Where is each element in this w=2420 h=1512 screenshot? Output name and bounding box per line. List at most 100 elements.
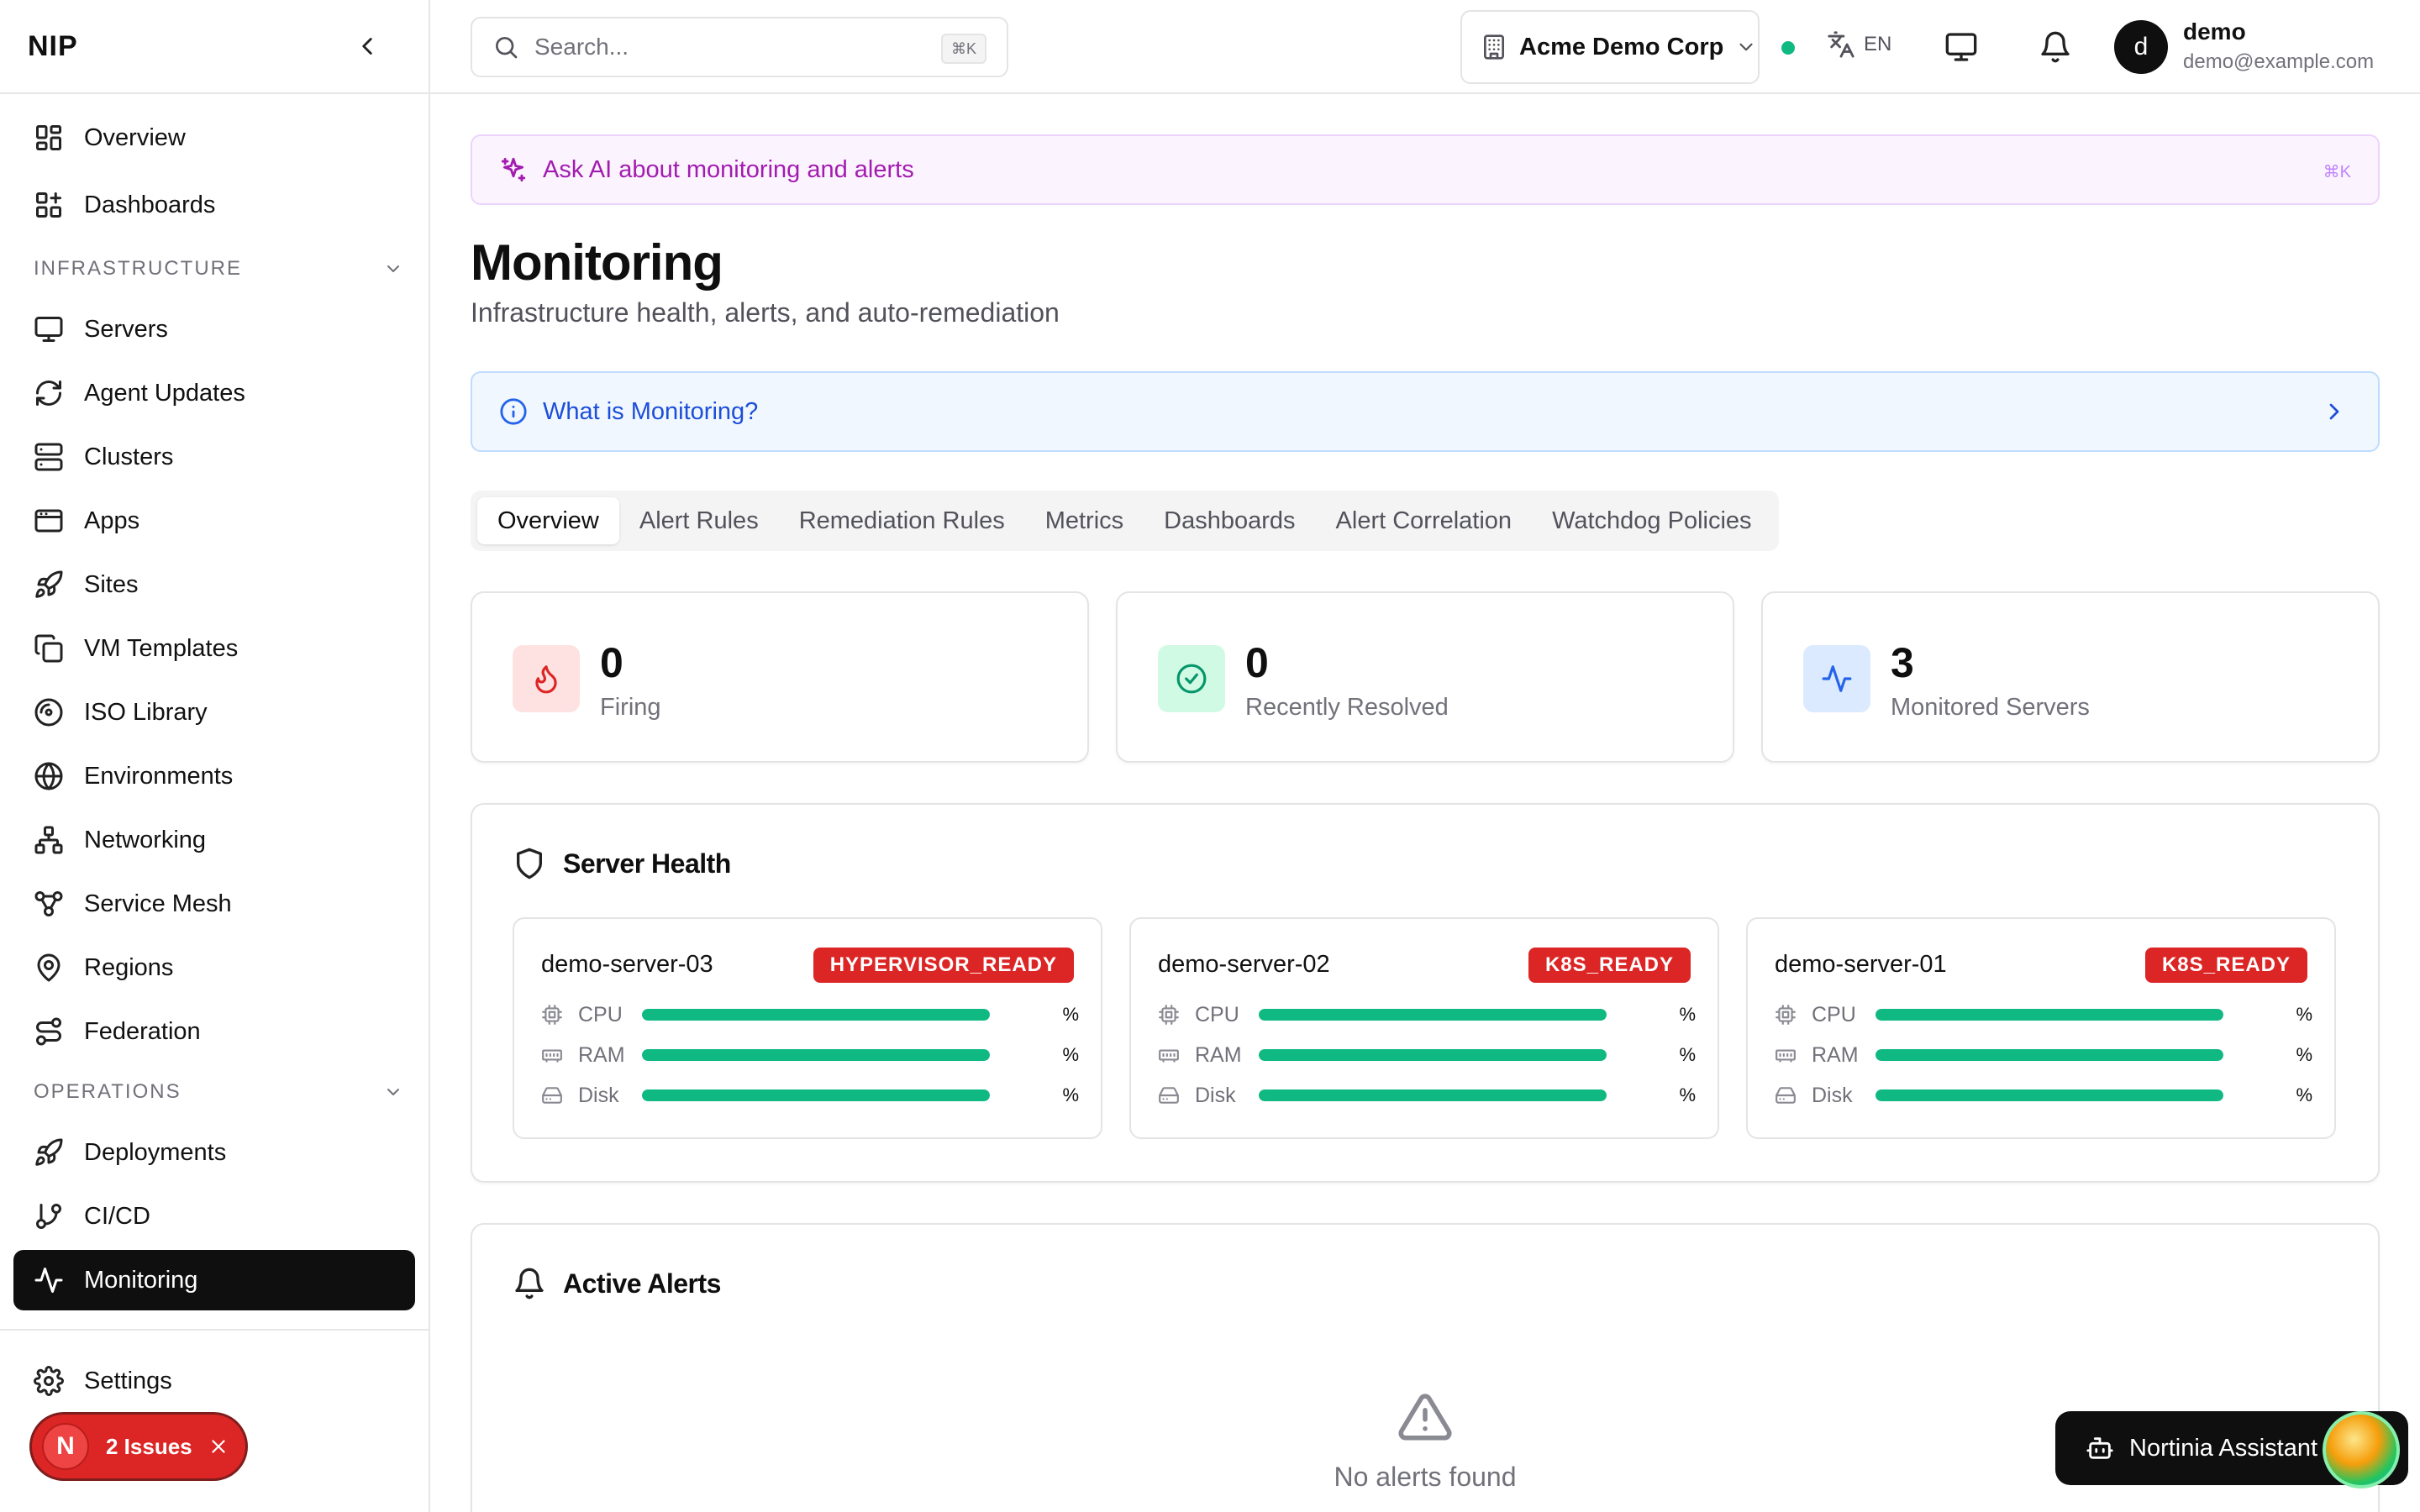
server-icon <box>34 443 63 471</box>
warning-triangle-icon <box>1398 1394 1452 1441</box>
metric-label: RAM <box>578 1042 625 1067</box>
sidebar-item-dashboards[interactable]: Dashboards <box>13 175 415 235</box>
metric-label: CPU <box>1812 1002 1856 1026</box>
sidebar-item-label: Overview <box>84 123 186 151</box>
metric-ram: RAM % <box>1158 1038 1696 1072</box>
metric-percent: % <box>2296 1004 2312 1025</box>
sidebar-item-networking[interactable]: Networking <box>13 810 415 870</box>
bot-icon <box>2086 1437 2113 1459</box>
server-card[interactable]: demo-server-01 K8S_READY CPU % RAM % Dis… <box>1746 917 2336 1139</box>
disc-icon <box>34 698 63 727</box>
gear-icon <box>34 1366 64 1396</box>
sidebar-item-service-mesh[interactable]: Service Mesh <box>13 874 415 934</box>
collapse-sidebar-button[interactable] <box>353 32 381 60</box>
tab-remediation-rules[interactable]: Remediation Rules <box>779 497 1025 544</box>
metric-percent: % <box>1062 1044 1079 1065</box>
sidebar-item-deployments[interactable]: Deployments <box>13 1122 415 1183</box>
sidebar-item-servers[interactable]: Servers <box>13 299 415 360</box>
sparkles-icon <box>501 157 526 182</box>
section-infrastructure-toggle[interactable]: INFRASTRUCTURE <box>34 257 403 281</box>
sidebar-item-sites[interactable]: Sites <box>13 554 415 615</box>
tab-dashboards[interactable]: Dashboards <box>1144 497 1315 544</box>
tab-watchdog-policies[interactable]: Watchdog Policies <box>1532 497 1771 544</box>
assistant-avatar[interactable] <box>2323 1411 2400 1488</box>
page-title: Monitoring <box>471 234 723 291</box>
sidebar-divider <box>0 92 430 94</box>
metric-ram: RAM % <box>541 1038 1079 1072</box>
sidebar-item-iso-library[interactable]: ISO Library <box>13 682 415 743</box>
section-operations-toggle[interactable]: OPERATIONS <box>34 1080 403 1104</box>
assistant-label: Nortinia Assistant <box>2129 1434 2318 1462</box>
org-switcher[interactable]: Acme Demo Corp <box>1460 10 1760 84</box>
ask-ai-banner[interactable]: Ask AI about monitoring and alerts ⌘K <box>471 134 2380 205</box>
usage-bar <box>642 1049 990 1061</box>
stat-label: Recently Resolved <box>1245 694 1449 721</box>
tab-alert-rules[interactable]: Alert Rules <box>619 497 779 544</box>
language-switcher[interactable]: EN <box>1827 30 1891 59</box>
hard-drive-icon <box>542 1087 562 1104</box>
metric-percent: % <box>1679 1004 1696 1025</box>
what-is-monitoring-banner[interactable]: What is Monitoring? <box>471 371 2380 452</box>
rocket-icon <box>35 1138 63 1166</box>
sidebar-item-label: VM Templates <box>84 634 239 662</box>
sidebar-item-clusters[interactable]: Clusters <box>13 427 415 487</box>
metric-label: Disk <box>578 1083 619 1107</box>
check-circle-icon <box>1176 664 1207 694</box>
metric-percent: % <box>1062 1084 1079 1105</box>
sidebar-item-settings[interactable]: Settings <box>13 1351 415 1411</box>
sidebar: NIP Overview Dashboards INFRASTRUCTURE S… <box>0 0 430 1512</box>
metric-percent: % <box>1062 1004 1079 1025</box>
tab-metrics[interactable]: Metrics <box>1025 497 1144 544</box>
stat-icon-box <box>1803 645 1870 712</box>
sidebar-item-regions[interactable]: Regions <box>13 937 415 998</box>
sidebar-item-apps[interactable]: Apps <box>13 491 415 551</box>
sidebar-item-overview[interactable]: Overview <box>13 108 415 168</box>
metric-label: RAM <box>1195 1042 1242 1067</box>
notifications-button[interactable] <box>2039 30 2072 64</box>
server-card[interactable]: demo-server-03 HYPERVISOR_READY CPU % RA… <box>513 917 1102 1139</box>
sidebar-item-environments[interactable]: Environments <box>13 746 415 806</box>
issues-badge[interactable]: N 2 Issues <box>32 1415 245 1478</box>
language-label: EN <box>1864 33 1892 55</box>
usage-bar <box>1876 1049 2223 1061</box>
usage-bar <box>1259 1009 1607 1021</box>
tab-alert-correlation[interactable]: Alert Correlation <box>1316 497 1533 544</box>
monitor-icon <box>1945 33 1977 61</box>
usage-bar <box>1876 1009 2223 1021</box>
avatar[interactable]: d <box>2114 20 2168 74</box>
sidebar-item-vm-templates[interactable]: VM Templates <box>13 618 415 679</box>
globe-icon <box>34 762 63 790</box>
metric-percent: % <box>2296 1044 2312 1065</box>
display-button[interactable] <box>1944 30 1978 64</box>
map-pin-icon <box>37 953 60 982</box>
status-badge: HYPERVISOR_READY <box>813 948 1074 983</box>
section-title: INFRASTRUCTURE <box>34 257 242 280</box>
memory-icon <box>1776 1049 1796 1063</box>
usage-bar <box>1259 1049 1607 1061</box>
search-input[interactable]: Search... ⌘K <box>471 17 1008 77</box>
sidebar-item-label: Monitoring <box>84 1266 198 1294</box>
server-card[interactable]: demo-server-02 K8S_READY CPU % RAM % Dis… <box>1129 917 1719 1139</box>
chevron-right-icon <box>2329 403 2339 420</box>
git-branch-icon <box>36 1204 61 1229</box>
layout-grid-icon <box>36 125 61 150</box>
sidebar-item-cicd[interactable]: CI/CD <box>13 1186 415 1247</box>
app-window-icon <box>34 509 63 533</box>
tab-overview[interactable]: Overview <box>477 497 619 544</box>
user-name[interactable]: demo <box>2183 18 2246 45</box>
sidebar-item-federation[interactable]: Federation <box>13 1001 415 1062</box>
close-icon[interactable] <box>208 1436 229 1457</box>
metric-label: CPU <box>1195 1002 1239 1026</box>
monitor-icon <box>34 317 63 342</box>
card-title: Active Alerts <box>563 1268 721 1299</box>
translate-icon <box>1828 31 1854 58</box>
metric-cpu: CPU % <box>541 998 1079 1032</box>
status-badge: K8S_READY <box>1528 948 1691 983</box>
brand-logo[interactable]: NIP <box>28 30 78 63</box>
sidebar-item-monitoring[interactable]: Monitoring <box>13 1250 415 1310</box>
metric-label: Disk <box>1195 1083 1236 1107</box>
sidebar-item-agent-updates[interactable]: Agent Updates <box>13 363 415 423</box>
sidebar-item-label: Networking <box>84 826 207 853</box>
sidebar-item-label: Deployments <box>84 1138 227 1166</box>
sidebar-item-label: Settings <box>84 1367 172 1394</box>
